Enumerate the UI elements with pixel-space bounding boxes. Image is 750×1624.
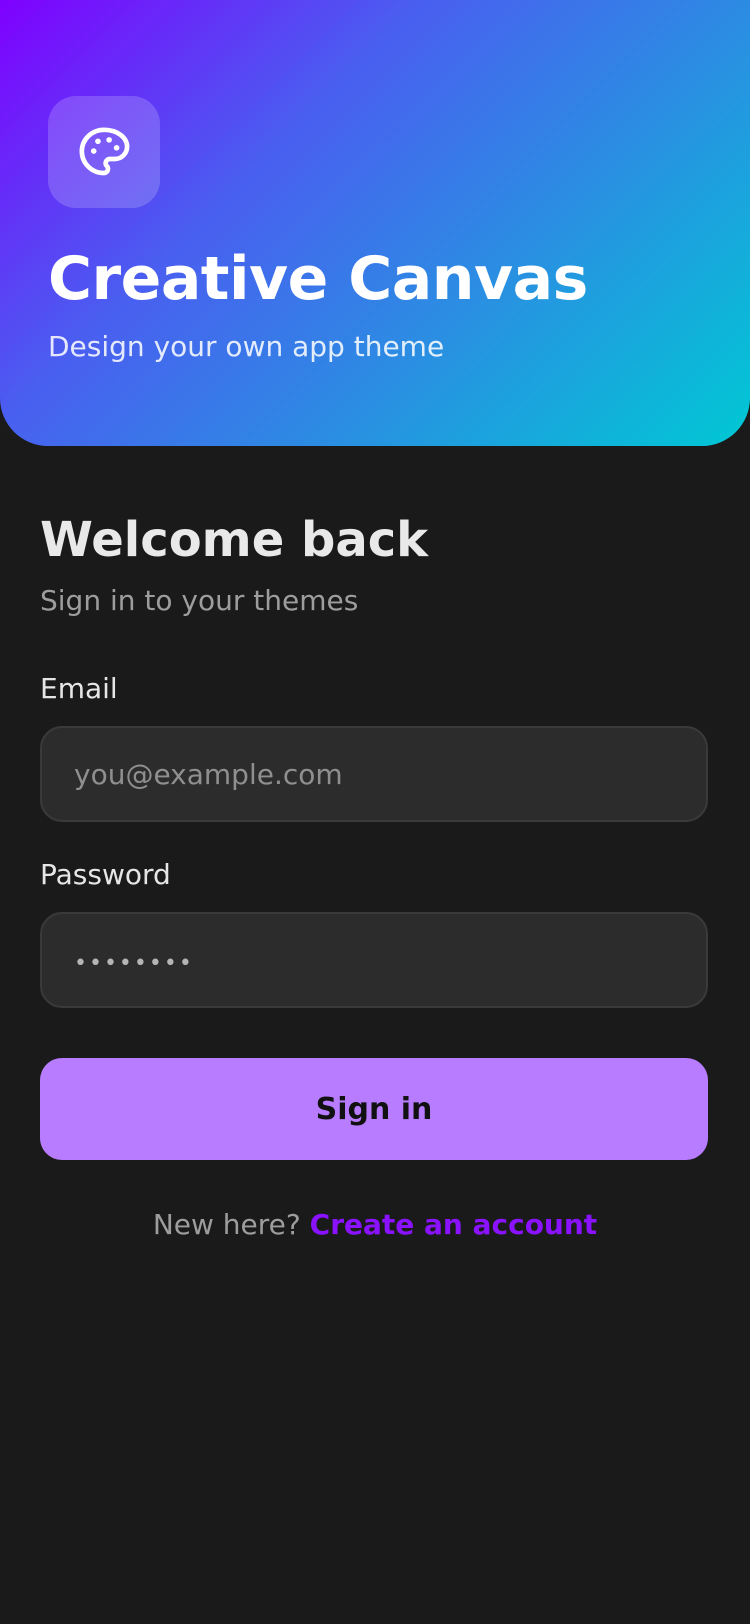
app-title: Creative Canvas: [48, 244, 588, 314]
app-subtitle: Design your own app theme: [48, 330, 445, 363]
palette-icon: [79, 127, 130, 176]
welcome-subheading: Sign in to your themes: [40, 584, 359, 617]
signup-prompt-row: New here? Create an account: [0, 1208, 750, 1241]
app-logo: [48, 96, 160, 208]
signup-prompt-text: New here?: [152, 1208, 310, 1241]
create-account-link[interactable]: Create an account: [310, 1208, 598, 1241]
login-screen: Creative Canvas Design your own app them…: [0, 0, 750, 1624]
email-label: Email: [40, 672, 118, 705]
welcome-heading: Welcome back: [40, 512, 429, 568]
password-label: Password: [40, 858, 171, 891]
email-field[interactable]: [40, 726, 708, 822]
hero-header: Creative Canvas Design your own app them…: [0, 0, 750, 446]
password-field[interactable]: [40, 912, 708, 1008]
sign-in-button[interactable]: Sign in: [40, 1058, 708, 1160]
